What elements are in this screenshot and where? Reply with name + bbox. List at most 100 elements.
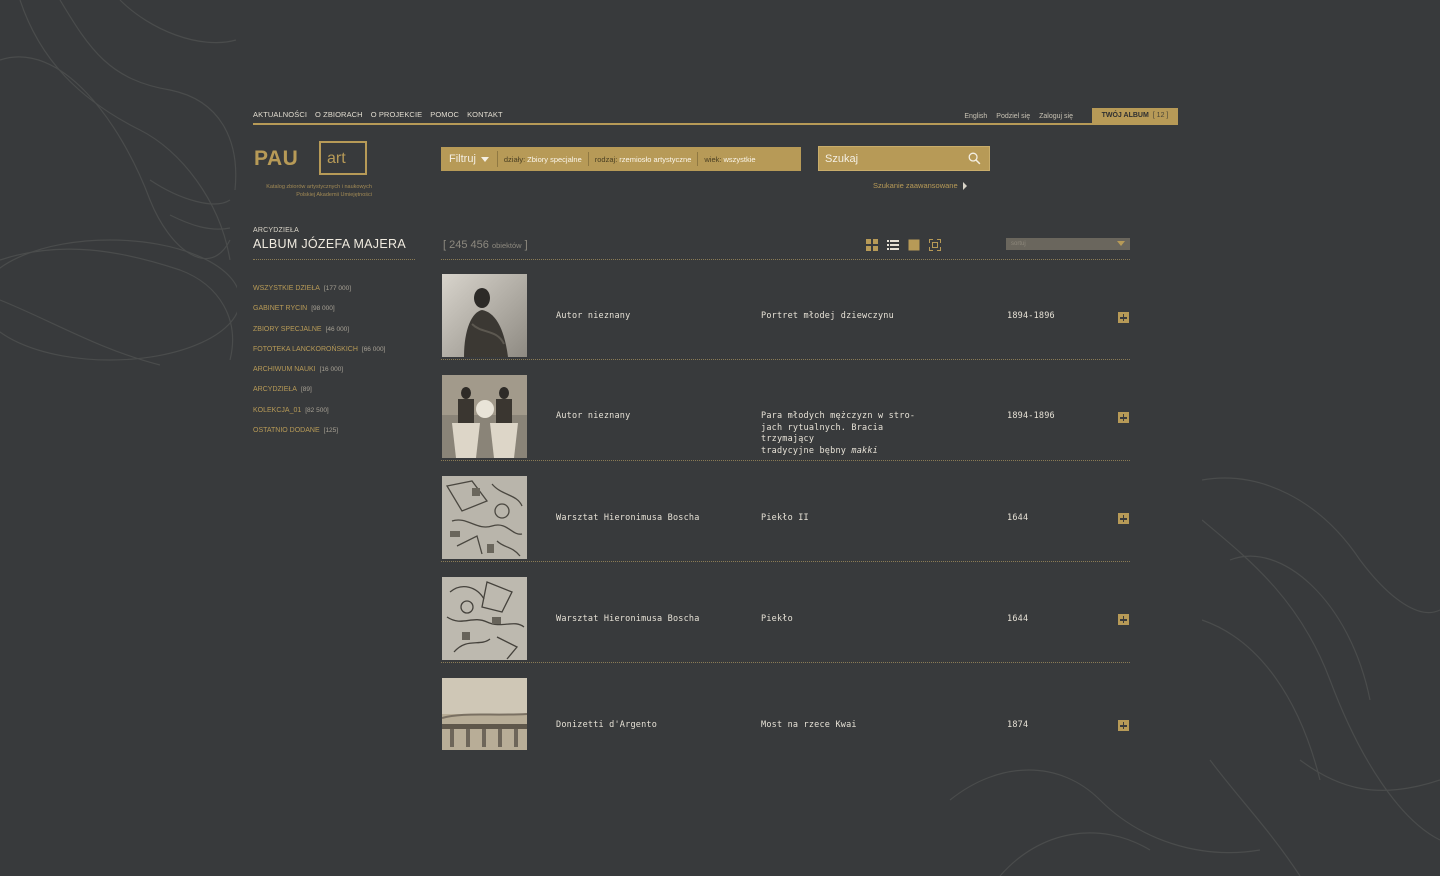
collection-label: WSZYSTKIE DZIEŁA — [253, 285, 320, 292]
nav-pomoc[interactable]: POMOC — [430, 110, 459, 119]
result-row[interactable]: Donizetti d'Argento Most na rzece Kwai 1… — [441, 663, 1130, 764]
filter-bar: Filtruj działy: Zbiory specjalne rodzaj:… — [441, 147, 801, 171]
filter-dzialy[interactable]: działy: Zbiory specjalne — [498, 152, 589, 166]
row-author: Autor nieznany — [556, 411, 631, 421]
add-to-album-icon[interactable] — [1118, 720, 1129, 731]
result-row[interactable]: Warsztat Hieronimusa Boscha Piekło 1644 — [441, 562, 1130, 663]
artwork-thumbnail[interactable] — [442, 375, 527, 458]
add-to-album-icon[interactable] — [1118, 614, 1129, 625]
filter-wiek-label: wiek: — [704, 154, 722, 164]
top-navigation: AKTUALNOŚCI O ZBIORACH O PROJEKCIE POMOC… — [253, 108, 1178, 125]
nav-o-zbiorach[interactable]: O ZBIORACH — [315, 110, 363, 119]
row-author: Warsztat Hieronimusa Boscha — [556, 513, 700, 523]
artwork-thumbnail[interactable] — [442, 476, 527, 559]
collection-label: ARCHIWUM NAUKI — [253, 366, 316, 374]
count-unit: obiektów — [491, 241, 522, 250]
view-switcher — [866, 239, 941, 251]
logo-pau: PAU — [254, 147, 299, 170]
page-title: ALBUM JÓZEFA MAJERA — [253, 237, 406, 251]
album-count: [ 12 ] — [1152, 112, 1169, 119]
user-menu: English Podziel się Zaloguj się TWÓJ ALB… — [964, 108, 1178, 123]
collection-item-arcydziela[interactable]: ARCYDZIEŁA [89] — [253, 386, 385, 406]
collection-count: [125] — [323, 427, 339, 435]
collection-count: [177 000] — [323, 285, 352, 292]
collection-label: GABINET RYCIN — [253, 305, 308, 313]
result-row[interactable]: Autor nieznany Para młodych mężczyzn w s… — [441, 360, 1130, 461]
result-row[interactable]: Warsztat Hieronimusa Boscha Piekło II 16… — [441, 461, 1130, 562]
collection-label: OSTATNIO DODANE — [253, 427, 320, 435]
artwork-thumbnail[interactable] — [442, 678, 527, 750]
collection-count: [66 000] — [361, 345, 386, 353]
row-author: Warsztat Hieronimusa Boscha — [556, 614, 700, 624]
row-author: Autor nieznany — [556, 311, 631, 321]
sidebar-category: ARCYDZIEŁA — [253, 227, 299, 234]
search-input[interactable] — [825, 152, 960, 165]
sort-select[interactable]: sortuj — [1006, 238, 1130, 250]
collection-label: FOTOTEKA LANCKOROŃSKICH — [253, 345, 358, 353]
advanced-search-link[interactable]: Szukanie zaawansowane — [873, 181, 967, 190]
row-title-text: tradycyjne bębny — [761, 445, 852, 456]
count-open: [ — [443, 239, 447, 251]
tagline-line-1: Katalog zbiorów artystycznych i naukowyc… — [266, 184, 372, 190]
login-link[interactable]: Zaloguj się — [1039, 113, 1073, 120]
result-count: [ 245 456 obiektów ] — [443, 239, 528, 251]
collection-item-kolekcja[interactable]: KOLEKCJA_01 [82 500] — [253, 407, 385, 427]
add-to-album-icon[interactable] — [1118, 312, 1129, 323]
single-view-icon[interactable] — [908, 239, 920, 251]
search-icon[interactable] — [968, 152, 981, 165]
nav-kontakt[interactable]: KONTAKT — [467, 110, 503, 119]
row-title: Para młodych mężczyzn w stro- jach rytua… — [761, 411, 926, 457]
filter-rodzaj[interactable]: rodzaj: rzemiosło artystyczne — [589, 152, 699, 166]
chevron-down-icon — [1117, 241, 1125, 246]
collection-count: [98 000] — [311, 305, 335, 313]
row-title: Piekło — [761, 614, 793, 624]
row-date: 1894-1896 — [1007, 411, 1055, 421]
nav-aktualnosci[interactable]: AKTUALNOŚCI — [253, 110, 307, 119]
collection-count: [16 000] — [319, 366, 344, 374]
row-title-emphasis: makki — [851, 445, 878, 456]
collection-count: [89] — [300, 386, 312, 394]
collection-count: [82 500] — [305, 406, 329, 414]
row-date: 1644 — [1007, 614, 1029, 624]
collection-item-zbiory[interactable]: ZBIORY SPECJALNE [46 000] — [253, 326, 385, 346]
advanced-search-label: Szukanie zaawansowane — [873, 181, 958, 190]
row-date: 1644 — [1007, 513, 1029, 523]
collection-item-archiwum[interactable]: ARCHIWUM NAUKI [16 000] — [253, 366, 385, 386]
sidebar-divider — [253, 259, 415, 260]
collection-list: WSZYSTKIE DZIEŁA [177 000] GABINET RYCIN[… — [253, 285, 385, 447]
main-menu: AKTUALNOŚCI O ZBIORACH O PROJEKCIE POMOC… — [253, 110, 503, 119]
artwork-thumbnail[interactable] — [442, 577, 527, 660]
row-date: 1894-1896 — [1007, 311, 1055, 321]
nav-o-projekcie[interactable]: O PROJEKCIE — [371, 110, 423, 119]
row-title: Piekło II — [761, 513, 809, 523]
site-logo[interactable]: PAU art Katalog zbiorów artystycznych i … — [253, 138, 383, 204]
collection-count: [46 000] — [325, 325, 350, 333]
search-box — [818, 146, 990, 171]
result-row[interactable]: Autor nieznany Portret młodej dziewczynu… — [441, 259, 1130, 360]
count-value: 245 456 — [449, 239, 489, 251]
collection-item-gabinet[interactable]: GABINET RYCIN [98 000] — [253, 305, 385, 325]
logo-art: art — [327, 150, 346, 167]
filter-title: Filtruj — [449, 153, 476, 165]
row-title: Most na rzece Kwai — [761, 720, 857, 730]
add-to-album-icon[interactable] — [1118, 513, 1129, 524]
artwork-thumbnail[interactable] — [442, 274, 527, 357]
row-title-line: jach rytualnych. Bracia trzymający — [761, 422, 884, 445]
list-view-icon[interactable] — [887, 239, 899, 251]
collection-item-wszystkie[interactable]: WSZYSTKIE DZIEŁA [177 000] — [253, 285, 385, 305]
filter-rodzaj-value: rzemiosło artystyczne — [619, 154, 692, 164]
add-to-album-icon[interactable] — [1118, 412, 1129, 423]
your-album-button[interactable]: TWÓJ ALBUM [ 12 ] — [1092, 108, 1178, 123]
collection-item-ostatnio[interactable]: OSTATNIO DODANE [125] — [253, 427, 385, 447]
language-link[interactable]: English — [964, 113, 987, 120]
filter-wiek-value: wszystkie — [723, 154, 756, 164]
fullscreen-icon[interactable] — [929, 239, 941, 251]
grid-view-icon[interactable] — [866, 239, 878, 251]
tagline-line-2: Polskiej Akademii Umiejętności — [296, 192, 372, 198]
share-link[interactable]: Podziel się — [996, 113, 1030, 120]
collection-item-fototeka[interactable]: FOTOTEKA LANCKOROŃSKICH [66 000] — [253, 346, 385, 366]
filter-wiek[interactable]: wiek: wszystkie — [698, 152, 761, 166]
filter-dzialy-label: działy: — [503, 154, 526, 164]
filter-toggle[interactable]: Filtruj — [441, 151, 498, 167]
collection-label: KOLEKCJA_01 — [253, 406, 302, 414]
